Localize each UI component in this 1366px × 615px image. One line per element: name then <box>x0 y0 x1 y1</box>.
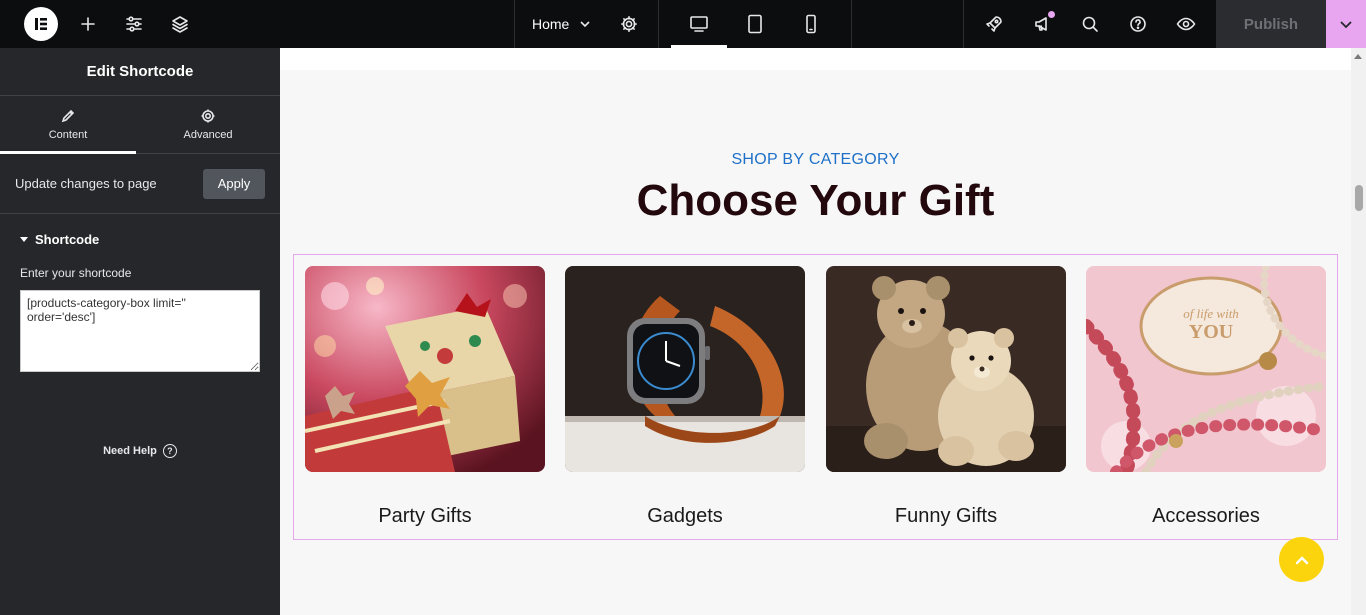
structure-layers-icon[interactable] <box>166 0 194 48</box>
category-label: Party Gifts <box>378 505 472 527</box>
editor-panel: Edit Shortcode Content Advanced Update c… <box>0 48 280 615</box>
category-card[interactable]: Funny Gifts <box>826 266 1066 528</box>
chevron-up-icon <box>1295 555 1308 564</box>
search-icon[interactable] <box>1076 0 1104 48</box>
previous-section <box>280 48 1351 70</box>
desktop-view-icon[interactable] <box>671 0 727 48</box>
shortcode-widget[interactable]: Party Gifts Gadgets Funny Gifts of life … <box>293 254 1338 540</box>
preview-canvas: SHOP BY CATEGORY Choose Your Gift Party … <box>280 48 1351 615</box>
category-card[interactable]: Gadgets <box>565 266 805 528</box>
section-heading: Choose Your Gift <box>636 176 995 225</box>
apply-button[interactable]: Apply <box>203 168 265 199</box>
add-element-icon[interactable] <box>74 0 102 48</box>
section-title: Shortcode <box>35 231 100 247</box>
category-label: Funny Gifts <box>894 505 998 527</box>
mobile-view-icon[interactable] <box>783 0 839 48</box>
publish-button[interactable]: Publish <box>1216 0 1326 48</box>
elementor-logo-icon[interactable] <box>24 7 58 41</box>
topbar-divider <box>851 0 852 48</box>
launch-rocket-icon[interactable] <box>980 0 1008 48</box>
whats-new-megaphone-icon[interactable] <box>1028 0 1056 48</box>
chevron-down-icon <box>1340 21 1352 29</box>
help-icon: ? <box>162 444 177 458</box>
publish-options-button[interactable] <box>1326 0 1366 48</box>
scrollbar-thumb[interactable] <box>1355 185 1363 211</box>
need-help-label: Need Help <box>103 445 157 457</box>
pearl-jewelry-image: of life with YOU <box>1086 266 1326 472</box>
tab-content[interactable]: Content <box>0 96 136 153</box>
caret-down-icon <box>20 236 28 242</box>
scroll-up-arrow-icon[interactable] <box>1354 54 1362 59</box>
tab-content-label: Content <box>48 129 88 141</box>
tablet-view-icon[interactable] <box>727 0 783 48</box>
notification-dot <box>1048 11 1055 18</box>
category-label: Accessories <box>1152 505 1260 527</box>
site-settings-sliders-icon[interactable] <box>120 0 148 48</box>
shortcode-field-label: Enter your shortcode <box>20 266 132 280</box>
wrapped-gifts-image <box>305 266 545 472</box>
tab-advanced[interactable]: Advanced <box>136 96 280 153</box>
topbar-divider <box>658 0 659 48</box>
update-changes-row: Update changes to page Apply <box>0 154 280 214</box>
preview-eye-icon[interactable] <box>1172 0 1200 48</box>
gear-icon <box>201 109 215 123</box>
svg-text:of life with: of life with <box>1183 306 1239 321</box>
category-label: Gadgets <box>647 505 723 527</box>
help-question-icon[interactable] <box>1124 0 1152 48</box>
active-tab-indicator <box>0 151 136 154</box>
category-card[interactable]: of life with YOU Accessories <box>1086 266 1326 528</box>
page-selector-label: Home <box>532 16 570 32</box>
page-selector[interactable]: Home <box>532 0 591 48</box>
canvas-scrollbar[interactable] <box>1351 48 1366 615</box>
section-kicker: SHOP BY CATEGORY <box>731 151 900 168</box>
chevron-down-icon <box>580 21 590 28</box>
scroll-to-top-button[interactable] <box>1279 537 1324 582</box>
shortcode-textarea[interactable]: [products-category-box limit='' order='d… <box>20 290 260 372</box>
shortcode-section-toggle[interactable]: Shortcode <box>0 214 280 264</box>
update-changes-text: Update changes to page <box>15 176 157 191</box>
editor-topbar: Home Publish <box>0 0 1366 48</box>
panel-tabs: Content Advanced <box>0 96 280 154</box>
category-card[interactable]: Party Gifts <box>305 266 545 528</box>
teddy-bears-image <box>826 266 1066 472</box>
tab-advanced-label: Advanced <box>183 129 233 141</box>
need-help-link[interactable]: Need Help ? <box>0 444 280 458</box>
svg-text:YOU: YOU <box>1189 321 1233 343</box>
topbar-divider <box>514 0 515 48</box>
topbar-divider <box>963 0 964 48</box>
page-settings-gear-icon[interactable] <box>614 0 644 48</box>
pencil-icon <box>61 109 75 123</box>
smartwatch-image <box>565 266 805 472</box>
panel-title: Edit Shortcode <box>0 48 280 96</box>
